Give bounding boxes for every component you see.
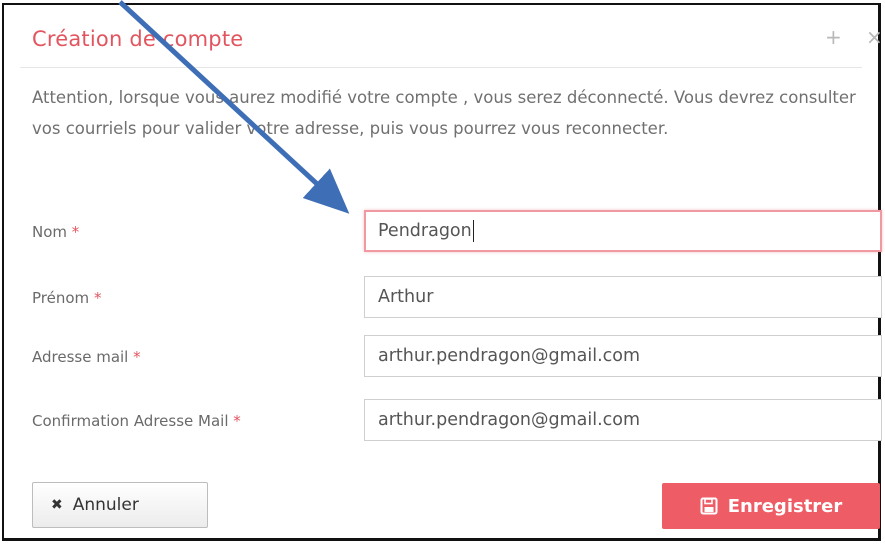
- email-confirm-label: Confirmation Adresse Mail *: [32, 412, 241, 430]
- warning-notice: Attention, lorsque vous aurez modifié vo…: [32, 88, 856, 138]
- nom-input[interactable]: Pendragon: [364, 210, 882, 252]
- maximize-icon[interactable]: +: [825, 25, 842, 49]
- required-asterisk: *: [93, 289, 102, 307]
- header-divider: [20, 67, 862, 68]
- email-input[interactable]: arthur.pendragon@gmail.com: [364, 335, 882, 377]
- floppy-disk-icon: [700, 497, 718, 515]
- email-label: Adresse mail *: [32, 348, 141, 366]
- required-asterisk: *: [71, 223, 80, 241]
- nom-label: Nom *: [32, 223, 80, 241]
- save-button[interactable]: Enregistrer: [662, 483, 880, 529]
- account-dialog: Création de compte + × Attention, lorsqu…: [2, 3, 883, 541]
- save-button-label: Enregistrer: [727, 495, 843, 517]
- required-asterisk: *: [133, 348, 141, 366]
- required-asterisk: *: [233, 412, 241, 430]
- close-icon[interactable]: ×: [866, 25, 883, 49]
- dialog-title: Création de compte: [32, 27, 244, 51]
- cancel-button[interactable]: ✖ Annuler: [32, 482, 208, 528]
- prenom-input[interactable]: Arthur: [364, 276, 882, 318]
- text-cursor: [472, 220, 474, 242]
- prenom-label: Prénom *: [32, 289, 102, 307]
- email-confirm-input[interactable]: arthur.pendragon@gmail.com: [364, 399, 882, 441]
- x-icon: ✖: [51, 497, 63, 513]
- cancel-button-label: Annuler: [72, 495, 139, 515]
